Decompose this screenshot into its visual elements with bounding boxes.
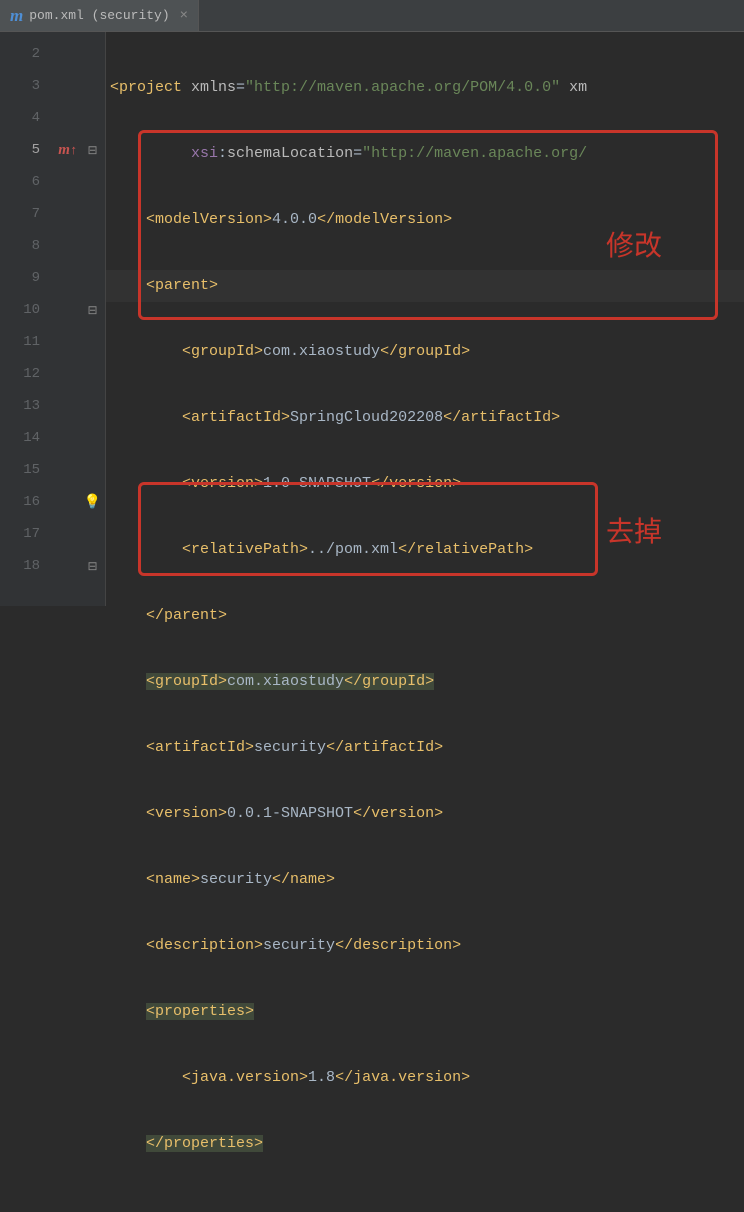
fold-close-icon[interactable]: ⊟ <box>87 303 97 318</box>
code-line: <properties> <box>106 996 744 1028</box>
code-line: <project xmlns="http://maven.apache.org/… <box>106 72 744 104</box>
code-line: <version>1.0-SNAPSHOT</version> <box>106 468 744 500</box>
line-number[interactable]: 17 <box>0 518 56 550</box>
code-line: </properties> <box>106 1128 744 1160</box>
code-line: <groupId>com.xiaostudy</groupId> <box>106 336 744 368</box>
fold-gutter: ⊟ ⊟ 💡 ⊟ <box>80 32 106 606</box>
line-number[interactable]: 9 <box>0 262 56 294</box>
code-line: xsi:schemaLocation="http://maven.apache.… <box>106 138 744 170</box>
code-line: <groupId>com.xiaostudy</groupId> <box>106 666 744 698</box>
maven-icon: m <box>10 6 23 26</box>
line-number[interactable]: 10 <box>0 294 56 326</box>
editor-tab[interactable]: m pom.xml (security) × <box>0 0 199 31</box>
line-gutter: 2 3 4 5 6 7 8 9 10 11 12 13 14 15 16 17 … <box>0 32 56 606</box>
code-line: <relativePath>../pom.xml</relativePath> <box>106 534 744 566</box>
intention-bulb-icon[interactable]: 💡 <box>84 494 101 511</box>
code-line: <parent> <box>106 270 744 302</box>
editor: 2 3 4 5 6 7 8 9 10 11 12 13 14 15 16 17 … <box>0 32 744 606</box>
fold-close-icon[interactable]: ⊟ <box>87 559 97 574</box>
line-number[interactable]: 7 <box>0 198 56 230</box>
code-line: <artifactId>security</artifactId> <box>106 732 744 764</box>
line-number[interactable]: 12 <box>0 358 56 390</box>
code-line: <java.version>1.8</java.version> <box>106 1062 744 1094</box>
line-number[interactable]: 6 <box>0 166 56 198</box>
code-line: <artifactId>SpringCloud202208</artifactI… <box>106 402 744 434</box>
line-number[interactable]: 4 <box>0 102 56 134</box>
code-line: </parent> <box>106 600 744 632</box>
fold-open-icon[interactable]: ⊟ <box>87 143 97 158</box>
line-number[interactable]: 18 <box>0 550 56 582</box>
status-gutter: m↑ <box>56 32 80 606</box>
line-number[interactable]: 16 <box>0 486 56 518</box>
line-number[interactable]: 3 <box>0 70 56 102</box>
line-number[interactable]: 11 <box>0 326 56 358</box>
tab-bar: m pom.xml (security) × <box>0 0 744 32</box>
line-number[interactable]: 14 <box>0 422 56 454</box>
line-number-current[interactable]: 5 <box>0 134 56 166</box>
line-number[interactable]: 2 <box>0 38 56 70</box>
close-icon[interactable]: × <box>180 8 188 24</box>
line-number[interactable]: 13 <box>0 390 56 422</box>
line-number[interactable]: 15 <box>0 454 56 486</box>
code-line: <version>0.0.1-SNAPSHOT</version> <box>106 798 744 830</box>
tab-label: pom.xml (security) <box>29 8 169 23</box>
code-area[interactable]: <project xmlns="http://maven.apache.org/… <box>106 32 744 606</box>
code-line: <name>security</name> <box>106 864 744 896</box>
code-line: <description>security</description> <box>106 930 744 962</box>
code-line: <modelVersion>4.0.0</modelVersion> <box>106 204 744 236</box>
line-number[interactable]: 8 <box>0 230 56 262</box>
modified-icon: m↑ <box>56 134 80 166</box>
